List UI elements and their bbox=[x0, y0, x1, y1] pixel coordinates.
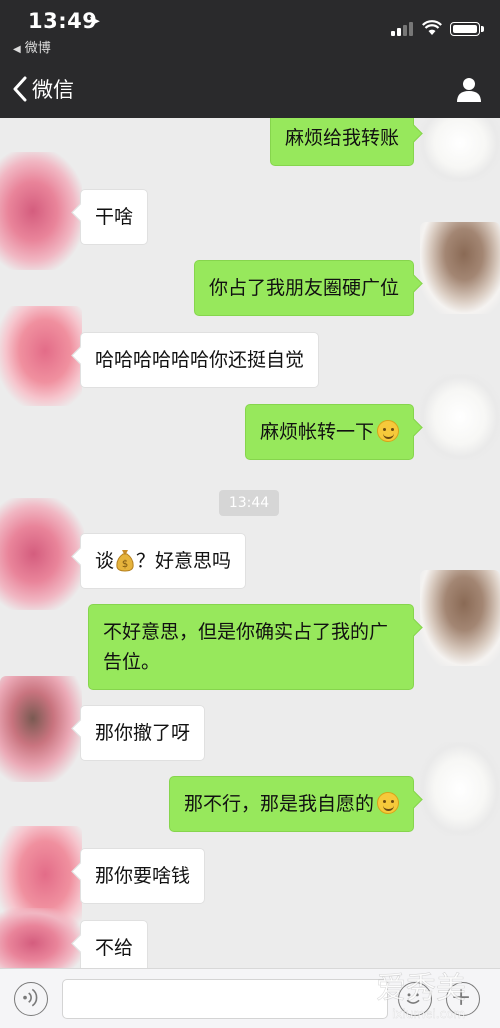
status-bar: 13:49 ➤ ◀ 微博 bbox=[0, 0, 500, 60]
battery-icon bbox=[450, 22, 484, 36]
message-text-before: 谈 bbox=[95, 550, 115, 572]
voice-icon bbox=[23, 988, 38, 1007]
message-text: 不给 bbox=[95, 937, 134, 959]
chat-timestamp: 13:44 bbox=[219, 490, 279, 516]
message-bubble-outgoing: 麻烦给我转账 bbox=[269, 118, 414, 166]
avatar[interactable] bbox=[420, 742, 500, 836]
message-bubble-incoming: 不给 bbox=[80, 920, 149, 968]
message-text-after: ？好意思吗 bbox=[136, 550, 232, 572]
back-triangle-icon: ◀ bbox=[13, 44, 21, 55]
avatar[interactable] bbox=[0, 676, 82, 782]
message-bubble-outgoing: 那不行，那是我自愿的 bbox=[168, 776, 414, 832]
message-text: 不好意思，但是你确实占了我的广告位。 bbox=[103, 621, 389, 673]
message-bubble-incoming: 那你要啥钱 bbox=[80, 848, 206, 904]
message-bubble-incoming: 那你撤了呀 bbox=[80, 705, 206, 761]
nav-back-button[interactable]: 微信 bbox=[12, 74, 74, 104]
message-bubble-outgoing: 不好意思，但是你确实占了我的广告位。 bbox=[88, 604, 414, 690]
back-to-app-link[interactable]: ◀ 微博 bbox=[13, 37, 51, 56]
emoji-icon bbox=[406, 993, 420, 1004]
signal-icon bbox=[391, 22, 415, 36]
message-text: 你占了我朋友圈硬广位 bbox=[208, 277, 399, 299]
nav-bar: 微信 bbox=[0, 60, 500, 118]
message-text: 麻烦帐转一下 bbox=[259, 421, 374, 443]
person-icon[interactable] bbox=[456, 76, 482, 102]
message-text: 哈哈哈哈哈哈你还挺自觉 bbox=[95, 349, 305, 371]
message-text: 那你要啥钱 bbox=[95, 865, 191, 887]
message-text: 麻烦给我转账 bbox=[284, 127, 399, 149]
location-arrow-icon: ➤ bbox=[88, 12, 101, 30]
message-bubble-outgoing: 麻烦帐转一下 bbox=[244, 404, 414, 460]
message-bubble-incoming: 干啥 bbox=[80, 189, 149, 245]
svg-text:$: $ bbox=[122, 559, 128, 570]
chat-area[interactable]: 麻烦给我转账 干啥 你占了我朋友圈硬广位 哈哈哈哈哈哈你还挺自觉 麻烦帐转一下 … bbox=[0, 118, 500, 968]
message-input[interactable] bbox=[62, 979, 388, 1019]
avatar[interactable] bbox=[420, 570, 500, 666]
avatar[interactable] bbox=[420, 374, 500, 460]
message-bubble-incoming: 谈 $ ？好意思吗 bbox=[80, 533, 247, 589]
message-text: 干啥 bbox=[95, 206, 134, 228]
nav-back-label: 微信 bbox=[32, 78, 74, 102]
smile-emoji-icon bbox=[377, 420, 399, 442]
avatar[interactable] bbox=[420, 118, 500, 182]
emoji-button[interactable] bbox=[398, 982, 432, 1016]
money-bag-icon: $ bbox=[116, 550, 134, 572]
smile-emoji-icon bbox=[377, 792, 399, 814]
input-bar bbox=[0, 968, 500, 1028]
status-time: 13:49 bbox=[28, 9, 98, 33]
avatar[interactable] bbox=[0, 498, 84, 610]
avatar[interactable] bbox=[0, 152, 82, 270]
avatar[interactable] bbox=[0, 908, 82, 968]
message-bubble-outgoing: 你占了我朋友圈硬广位 bbox=[193, 260, 414, 316]
chevron-left-icon bbox=[13, 76, 27, 102]
back-app-label: 微博 bbox=[24, 41, 51, 56]
voice-button[interactable] bbox=[14, 982, 48, 1016]
message-bubble-incoming: 哈哈哈哈哈哈你还挺自觉 bbox=[80, 332, 320, 388]
message-text: 那不行，那是我自愿的 bbox=[183, 793, 374, 815]
plus-button[interactable] bbox=[446, 982, 480, 1016]
avatar[interactable] bbox=[420, 222, 500, 314]
wifi-icon bbox=[422, 20, 442, 35]
avatar[interactable] bbox=[0, 306, 82, 406]
message-text: 那你撤了呀 bbox=[95, 722, 191, 744]
plus-icon bbox=[453, 989, 469, 1005]
